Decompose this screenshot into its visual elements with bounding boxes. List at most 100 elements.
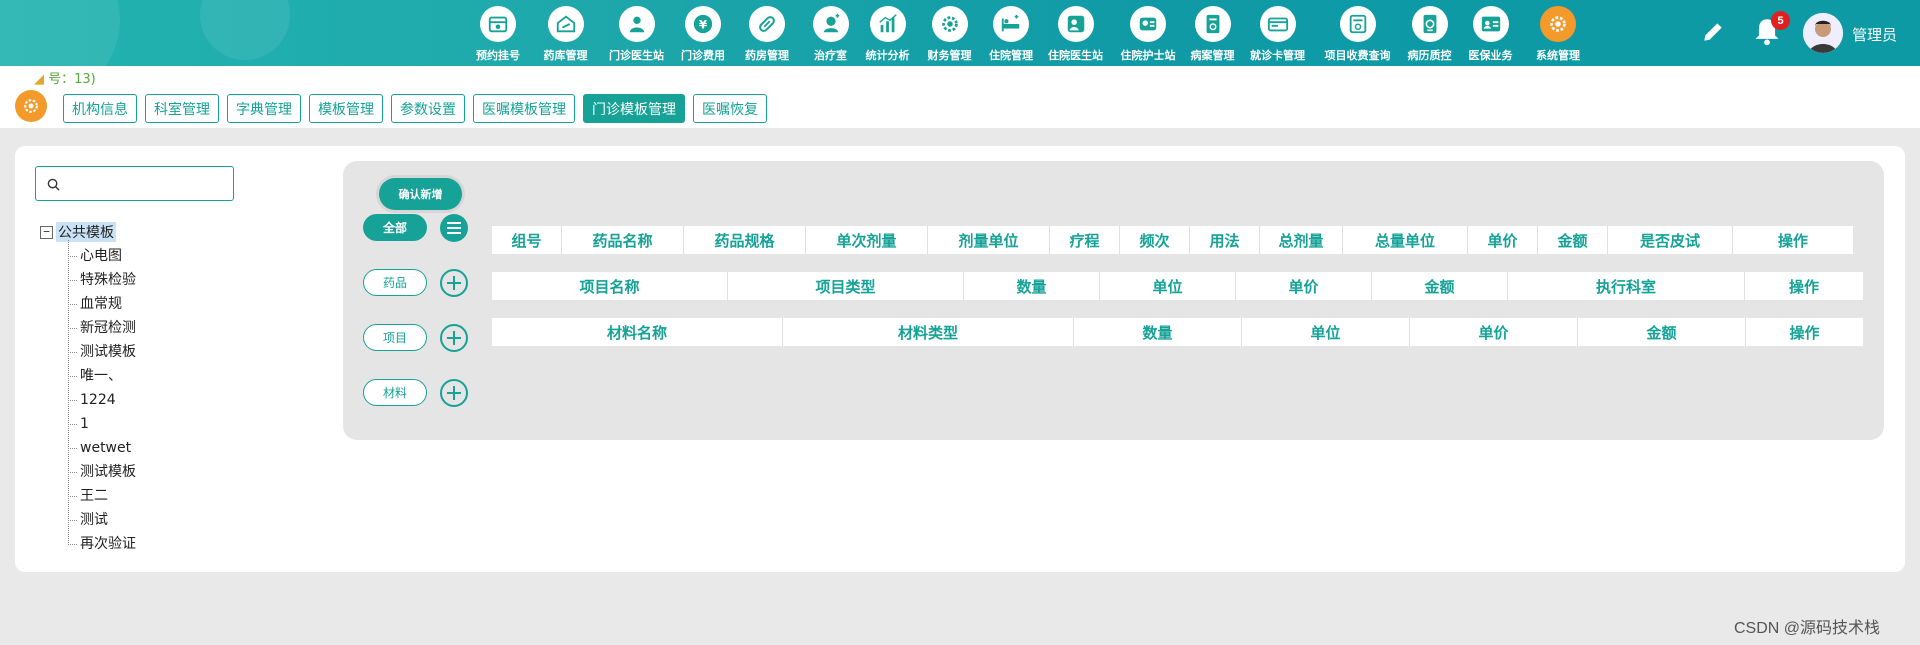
nav-item-label: 医保业务: [1468, 49, 1513, 62]
column-header: 单价: [1236, 272, 1372, 300]
insurance-icon: [1472, 6, 1509, 42]
nav-item-label: 住院医生站: [1048, 49, 1103, 62]
tree-node[interactable]: 特殊检验: [68, 268, 136, 292]
system-logo-icon[interactable]: [15, 90, 47, 122]
tree-node[interactable]: 王二: [68, 484, 136, 508]
svg-text:¥: ¥: [699, 18, 708, 32]
tree-node[interactable]: 唯一、: [68, 364, 136, 388]
tree-node[interactable]: 测试模板: [68, 340, 136, 364]
column-header: 项目名称: [492, 272, 728, 300]
quality-control-icon: [1411, 6, 1448, 42]
column-header: 单次剂量: [806, 226, 928, 254]
medical-record-icon: [1194, 6, 1231, 42]
nav-item[interactable]: 就诊卡管理: [1241, 0, 1314, 66]
nav-item[interactable]: 统计分析: [859, 0, 916, 66]
column-header: 组号: [492, 226, 562, 254]
filter-3[interactable]: 材料: [363, 379, 427, 406]
tree-node[interactable]: 血常规: [68, 292, 136, 316]
pill-icon: [749, 6, 785, 42]
doctor-icon: [618, 6, 655, 42]
column-header: 总量单位: [1343, 226, 1468, 254]
add-icon[interactable]: [440, 324, 468, 352]
tree-node[interactable]: 1224: [68, 388, 136, 412]
column-header: 单位: [1242, 318, 1410, 346]
nav-item[interactable]: 门诊医生站: [599, 0, 674, 66]
nav-item-label: 预约挂号: [476, 49, 520, 62]
column-header: 金额: [1372, 272, 1508, 300]
column-header: 药品规格: [684, 226, 806, 254]
nav-item[interactable]: 药库管理: [532, 0, 599, 66]
top-navigation-bar: 预约挂号 药库管理 门诊医生站 ¥ 门诊费用 药房管理 治疗室 统计分析 财务管理 住院管理 住院医…: [0, 0, 1920, 66]
column-header: 单位: [1100, 272, 1236, 300]
tree-node[interactable]: 1: [68, 412, 136, 436]
filter-1[interactable]: 药品: [363, 269, 427, 296]
nav-item[interactable]: 预约挂号: [464, 0, 532, 66]
tab-3[interactable]: 模板管理: [309, 94, 383, 123]
column-header: 数量: [1074, 318, 1242, 346]
list-icon[interactable]: [440, 214, 468, 242]
column-header: 材料名称: [492, 318, 783, 346]
calendar-icon: [480, 6, 516, 42]
filter-0[interactable]: 全部: [363, 214, 427, 241]
nav-item[interactable]: 病历质控: [1401, 0, 1458, 66]
nav-item[interactable]: 住院医生站: [1039, 0, 1112, 66]
item-table: 项目名称 项目类型 数量 单位 单价 金额 执行科室 操作: [492, 272, 1863, 300]
tree-root[interactable]: − 公共模板: [40, 220, 136, 244]
nav-item[interactable]: 住院护士站: [1112, 0, 1184, 66]
tree-node[interactable]: 再次验证: [68, 532, 136, 556]
nav-item-label: 系统管理: [1536, 49, 1580, 62]
add-icon[interactable]: [440, 379, 468, 407]
confirm-add-button[interactable]: 确认新增: [379, 178, 462, 210]
nav-item-label: 门诊医生站: [609, 49, 664, 62]
username[interactable]: 管理员: [1852, 24, 1897, 45]
tree-root-label[interactable]: 公共模板: [56, 222, 116, 242]
filter-2[interactable]: 项目: [363, 324, 427, 351]
watermark: CSDN @源码技术栈: [1734, 620, 1881, 637]
collapse-icon[interactable]: −: [40, 225, 53, 239]
tab-7[interactable]: 医嘱恢复: [693, 94, 767, 123]
tab-0[interactable]: 机构信息: [63, 94, 137, 123]
tab-2[interactable]: 字典管理: [227, 94, 301, 123]
tree-node[interactable]: 测试模板: [68, 460, 136, 484]
tree-node[interactable]: 测试: [68, 508, 136, 532]
warehouse-icon: [547, 6, 584, 42]
search-icon: [47, 178, 60, 191]
nav-item-label: 住院护士站: [1120, 49, 1176, 62]
column-header: 药品名称: [562, 226, 684, 254]
column-header: 单价: [1410, 318, 1578, 346]
tab-5[interactable]: 医嘱模板管理: [473, 94, 575, 123]
column-header: 是否皮试: [1608, 226, 1733, 254]
tree-node[interactable]: 新冠检测: [68, 316, 136, 340]
tab-6[interactable]: 门诊模板管理: [583, 94, 685, 123]
column-header: 操作: [1789, 323, 1820, 342]
nav-item[interactable]: 项目收费查询: [1314, 0, 1401, 66]
search-input[interactable]: [66, 171, 226, 197]
column-header: 总剂量: [1260, 226, 1343, 254]
material-table: 材料名称 材料类型 数量 单位 单价 金额 操作: [492, 318, 1863, 346]
tree-node[interactable]: wetwet: [68, 436, 136, 460]
column-header: 疗程: [1050, 226, 1120, 254]
column-header: 金额: [1578, 318, 1746, 346]
nav-item-label: 治疗室: [814, 49, 847, 62]
template-tree: − 公共模板 心电图 特殊检验 血常规 新冠检测 测试模板 唯一、 1224 1 wetwet 测…: [40, 220, 136, 556]
nav-item[interactable]: 住院管理: [983, 0, 1039, 66]
pencil-icon[interactable]: [1700, 19, 1726, 45]
nav-item[interactable]: 系统管理: [1523, 0, 1593, 66]
tab-4[interactable]: 参数设置: [391, 94, 465, 123]
nav-item[interactable]: 病案管理: [1184, 0, 1241, 66]
tab-1[interactable]: 科室管理: [145, 94, 219, 123]
tree-node[interactable]: 心电图: [68, 244, 136, 268]
hint-icon: ◢: [34, 72, 44, 87]
nav-item[interactable]: 药房管理: [732, 0, 802, 66]
header-decoration: [0, 0, 420, 66]
system-gear-icon: [1540, 6, 1576, 42]
nav-item[interactable]: 财务管理: [916, 0, 983, 66]
nav-item[interactable]: 医保业务: [1458, 0, 1523, 66]
notification-badge: 5: [1771, 11, 1790, 30]
column-header: 数量: [964, 272, 1100, 300]
nav-item[interactable]: ¥ 门诊费用: [674, 0, 732, 66]
nav-item[interactable]: 治疗室: [802, 0, 859, 66]
add-icon[interactable]: [440, 269, 468, 297]
nav-item-label: 统计分析: [865, 49, 910, 62]
avatar[interactable]: [1803, 13, 1843, 53]
